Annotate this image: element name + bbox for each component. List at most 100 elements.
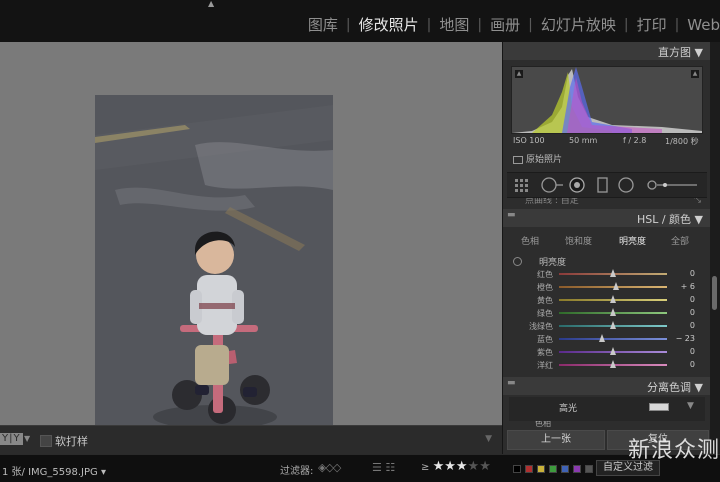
filter-label: 过滤器:: [280, 466, 314, 477]
target-adjust-icon[interactable]: [513, 257, 522, 266]
slider-label: 黄色: [537, 296, 553, 305]
chevron-down-icon[interactable]: ▼: [24, 434, 30, 443]
module-separator: |: [477, 16, 483, 33]
module-tab-1[interactable]: 修改照片: [359, 14, 419, 35]
hsl-tab-0[interactable]: 色相: [521, 234, 539, 247]
slider-value[interactable]: 0: [690, 308, 695, 317]
slider-thumb[interactable]: [599, 334, 605, 342]
color-label-swatch[interactable]: [549, 465, 557, 473]
slider-thumb[interactable]: [610, 347, 616, 355]
luminance-row: 红色 0: [503, 268, 711, 281]
star-icon[interactable]: ★: [433, 459, 445, 474]
slider-thumb[interactable]: [610, 360, 616, 368]
slider-thumb[interactable]: [613, 282, 619, 290]
tool-strip: [507, 172, 707, 198]
slider-thumb[interactable]: [610, 321, 616, 329]
collapse-icon[interactable]: ▼: [687, 401, 694, 411]
luminance-section-label: 明亮度: [539, 258, 567, 268]
file-info[interactable]: 1 张/ IMG_5598.JPG ▾: [2, 463, 106, 478]
luminance-row: 浅绿色 0: [503, 320, 711, 333]
shadow-clipping-icon[interactable]: ▲: [515, 70, 523, 78]
color-label-swatch[interactable]: [585, 465, 593, 473]
scroll-thumb[interactable]: [712, 276, 717, 310]
rating-operator[interactable]: ≥: [421, 462, 433, 473]
panel-scrollbar[interactable]: [710, 42, 720, 454]
edit-curve-icon[interactable]: ⤡: [694, 198, 701, 205]
slider-thumb[interactable]: [610, 295, 616, 303]
color-label-swatch[interactable]: [525, 465, 533, 473]
color-label-swatch[interactable]: [561, 465, 569, 473]
slider-thumb[interactable]: [610, 269, 616, 277]
rating-filter[interactable]: ≥ ★★★★★: [421, 459, 491, 474]
filmstrip-bar: 1 张/ IMG_5598.JPG ▾ 过滤器: ◈◇◇ ☰ ☷ ≥ ★★★★★…: [0, 454, 720, 482]
star-icon[interactable]: ★: [456, 459, 468, 474]
histogram[interactable]: ▲ ▲: [511, 66, 703, 134]
color-label-swatch[interactable]: [537, 465, 545, 473]
color-label-swatch[interactable]: [573, 465, 581, 473]
hsl-tab-1[interactable]: 饱和度: [565, 234, 592, 247]
color-label-swatch[interactable]: [513, 465, 521, 473]
slider-value[interactable]: 0: [690, 347, 695, 356]
highlights-row: 高光 ▼: [509, 397, 705, 421]
previous-button[interactable]: 上一张: [507, 430, 605, 450]
module-tab-0[interactable]: 图库: [308, 14, 338, 35]
slider-track[interactable]: [559, 338, 667, 340]
luminance-row: 洋红 0: [503, 359, 711, 372]
view-mode-button[interactable]: Y|Y: [0, 433, 23, 445]
color-label-filter[interactable]: [513, 465, 593, 473]
edit-filter-icon[interactable]: ☰ ☷: [372, 461, 395, 474]
module-tab-5[interactable]: 打印: [637, 14, 667, 35]
softproof-checkbox[interactable]: [40, 435, 52, 447]
star-icon[interactable]: ★: [479, 459, 491, 474]
slider-label: 橙色: [537, 283, 553, 292]
slider-value[interactable]: 0: [690, 295, 695, 304]
photo-preview: [95, 95, 333, 452]
hsl-tab-3[interactable]: 全部: [671, 234, 689, 247]
slider-label: 红色: [537, 270, 553, 279]
module-separator: |: [674, 16, 680, 33]
star-icon[interactable]: ★: [444, 459, 456, 474]
slider-value[interactable]: 0: [690, 321, 695, 330]
watermark: 新浪众测: [628, 438, 720, 463]
module-tab-6[interactable]: Web: [687, 16, 720, 34]
histogram-graph: [512, 67, 702, 133]
panel-switch-icon[interactable]: ▬: [507, 378, 516, 388]
slider-value[interactable]: − 23: [676, 334, 695, 343]
view-toolbar: Y|Y ▼ 软打样 ▼: [0, 425, 502, 454]
star-icon[interactable]: ★: [468, 459, 480, 474]
module-tab-4[interactable]: 幻灯片放映: [541, 14, 616, 35]
slider-value[interactable]: 0: [690, 360, 695, 369]
original-checkbox[interactable]: [513, 155, 523, 164]
panel-toggle-arrow-icon[interactable]: ▲: [208, 0, 214, 8]
panel-switch-icon[interactable]: ▬: [507, 210, 516, 220]
slider-value[interactable]: + 6: [681, 282, 695, 291]
hsl-tab-2[interactable]: 明亮度: [619, 234, 646, 247]
highlight-clipping-icon[interactable]: ▲: [691, 70, 699, 78]
slider-thumb[interactable]: [610, 308, 616, 316]
right-panel: 直方图 ▼ ▲ ▲ ISO 100 50 mm f / 2.8 1/800 秒 …: [502, 42, 711, 454]
slider-label: 浅绿色: [529, 322, 553, 331]
original-photo-toggle[interactable]: 原始照片: [513, 152, 562, 165]
slider-label: 紫色: [537, 348, 553, 357]
split-toning-header[interactable]: ▬ 分离色调 ▼: [503, 377, 711, 395]
luminance-row: 紫色 0: [503, 346, 711, 359]
module-tab-3[interactable]: 画册: [490, 14, 520, 35]
slider-label: 蓝色: [537, 335, 553, 344]
slider-value[interactable]: 0: [690, 269, 695, 278]
histogram-header[interactable]: 直方图 ▼: [503, 42, 711, 60]
module-bar: ▲ 图库 | 修改照片 | 地图 | 画册 | 幻灯片放映 | 打印 | Web: [0, 0, 720, 42]
module-tab-2[interactable]: 地图: [439, 14, 469, 35]
hsl-header[interactable]: ▬ HSL / 颜色 ▼: [503, 209, 711, 227]
iso-value: ISO 100: [513, 136, 545, 145]
photo-image: [95, 95, 333, 452]
tone-curve-cut: 点曲线 : 自定 ⤡: [503, 198, 711, 206]
module-separator: |: [623, 16, 629, 33]
luminance-row: 绿色 0: [503, 307, 711, 320]
shutter-value: 1/800 秒: [665, 137, 699, 146]
image-canvas[interactable]: [0, 42, 502, 452]
flag-filter-icon[interactable]: ◈◇◇: [318, 461, 341, 474]
toolbar-menu-icon[interactable]: ▼: [485, 434, 492, 444]
focal-value: 50 mm: [569, 136, 598, 145]
luminance-row: 橙色 + 6: [503, 281, 711, 294]
highlight-color-swatch[interactable]: [649, 403, 669, 411]
